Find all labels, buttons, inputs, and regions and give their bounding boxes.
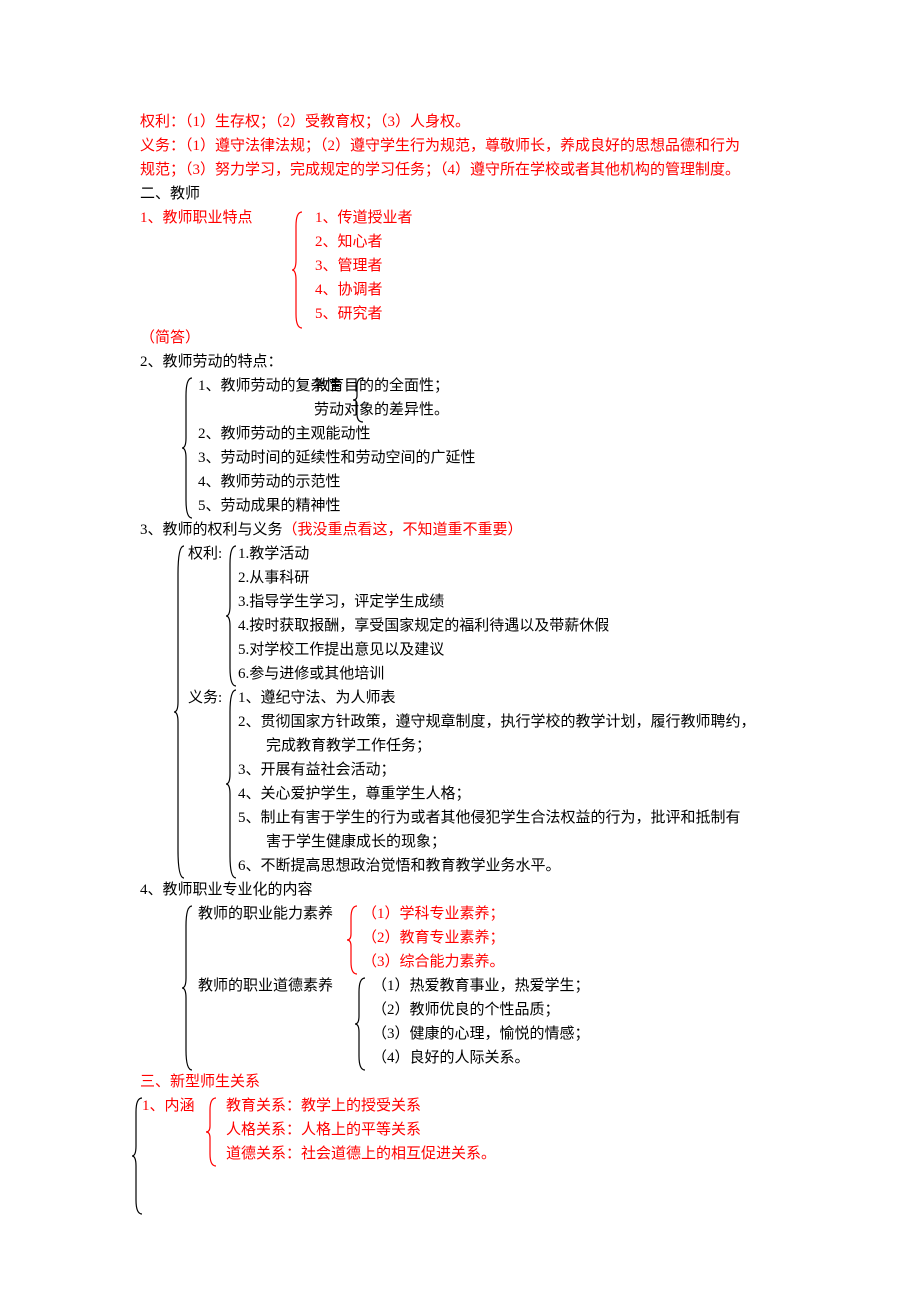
- simple-answer-tag: （简答）: [140, 326, 780, 350]
- section-2-3-title: 3、教师的权利与义务（我没重点看这，不知道重不重要）: [140, 518, 780, 542]
- student-duties-line-2: 规范；（3）努力学习，完成规定的学习任务；（4）遵守所在学校或者其他机构的管理制…: [140, 158, 780, 182]
- teacher-right-5: 5.对学校工作提出意见以及建议: [140, 638, 780, 662]
- section-2-3-comment: （我没重点看这，不知道重不重要）: [283, 522, 523, 538]
- relation-3: 道德关系：社会道德上的相互促进关系。: [140, 1142, 780, 1166]
- section-2-2-title: 2、教师劳动的特点：: [140, 350, 780, 374]
- student-rights-line: 权利：（1）生存权；（2）受教育权；（3）人身权。: [140, 110, 780, 134]
- teacher-duty-4: 4、关心爱护学生，尊重学生人格；: [140, 782, 780, 806]
- rights-label: 权利:: [188, 542, 222, 566]
- section-2-1-title: 1、教师职业特点: [140, 210, 253, 226]
- section-3-1-title: 1、内涵: [142, 1094, 195, 1118]
- section-2-2-block: 1、教师劳动的复杂性 教育目的的全面性； 劳动对象的差异性。 2、教师劳动的主观…: [140, 374, 780, 518]
- duties-label: 义务:: [188, 686, 222, 710]
- student-duties-line-1: 义务：（1）遵守法律法规；（2）遵守学生行为规范，尊敬师长，养成良好的思想品德和…: [140, 134, 780, 158]
- prof-g2-item-3: （3）健康的心理，愉悦的情感；: [140, 1022, 780, 1046]
- teacher-right-6: 6.参与进修或其他培训: [140, 662, 780, 686]
- section-3-heading: 三、新型师生关系: [140, 1070, 780, 1094]
- teacher-duty-5a: 5、制止有害于学生的行为或者其他侵犯学生合法权益的行为，批评和抵制有: [140, 806, 780, 830]
- section-2-3-block: 权利: 1.教学活动 2.从事科研 3.指导学生学习，评定学生成绩 4.按时获取…: [140, 542, 780, 878]
- section-2-4-block: 教师的职业能力素养 （1）学科专业素养； （2）教育专业素养； （3）综合能力素…: [140, 902, 780, 1070]
- teacher-duty-1: 1、遵纪守法、为人师表: [140, 686, 780, 710]
- prof-g1-item-3: （3）综合能力素养。: [140, 950, 780, 974]
- prof-group-2-label: 教师的职业道德素养: [198, 974, 333, 998]
- relation-2: 人格关系：人格上的平等关系: [140, 1118, 780, 1142]
- prof-g1-item-2: （2）教育专业素养；: [140, 926, 780, 950]
- teacher-right-4: 4.按时获取报酬，享受国家规定的福利待遇以及带薪休假: [140, 614, 780, 638]
- section-3-block: 1、内涵 教育关系：教学上的授受关系 人格关系：人格上的平等关系 道德关系：社会…: [140, 1094, 780, 1166]
- labor-item-4: 4、教师劳动的示范性: [140, 470, 780, 494]
- teacher-duty-6: 6、不断提高思想政治觉悟和教育教学业务水平。: [140, 854, 780, 878]
- role-item-4: 4、协调者: [140, 278, 780, 302]
- section-2-4-title: 4、教师职业专业化的内容: [140, 878, 780, 902]
- document-page: 权利：（1）生存权；（2）受教育权；（3）人身权。 义务：（1）遵守法律法规；（…: [0, 0, 920, 1302]
- role-item-3: 3、管理者: [140, 254, 780, 278]
- labor-item-1-sub2: 劳动对象的差异性。: [314, 398, 449, 422]
- teacher-duty-2a: 2、贯彻国家方针政策，遵守规章制度，执行学校的教学计划，履行教师聘约，: [140, 710, 780, 734]
- relation-1: 教育关系：教学上的授受关系: [140, 1094, 780, 1118]
- prof-group-1-label: 教师的职业能力素养: [198, 902, 333, 926]
- labor-item-3: 3、劳动时间的延续性和劳动空间的广延性: [140, 446, 780, 470]
- prof-g2-item-2: （2）教师优良的个性品质；: [140, 998, 780, 1022]
- role-item-5: 5、研究者: [140, 302, 780, 326]
- prof-g2-item-4: （4）良好的人际关系。: [140, 1046, 780, 1070]
- teacher-right-3: 3.指导学生学习，评定学生成绩: [140, 590, 780, 614]
- section-2-3-title-text: 3、教师的权利与义务: [140, 522, 283, 538]
- labor-item-1-sub1: 教育目的的全面性；: [314, 374, 449, 398]
- teacher-duty-5b: 害于学生健康成长的现象；: [140, 830, 780, 854]
- section-2-heading: 二、教师: [140, 182, 780, 206]
- section-2-1-block: 1、教师职业特点 1、传道授业者 2、知心者 3、管理者 4、协调者 5、研究者: [140, 206, 780, 326]
- teacher-right-1: 1.教学活动: [140, 542, 780, 566]
- teacher-duty-2b: 完成教育教学工作任务；: [140, 734, 780, 758]
- teacher-right-2: 2.从事科研: [140, 566, 780, 590]
- role-item-2: 2、知心者: [140, 230, 780, 254]
- teacher-duty-3: 3、开展有益社会活动；: [140, 758, 780, 782]
- labor-item-2: 2、教师劳动的主观能动性: [140, 422, 780, 446]
- labor-item-5: 5、劳动成果的精神性: [140, 494, 780, 518]
